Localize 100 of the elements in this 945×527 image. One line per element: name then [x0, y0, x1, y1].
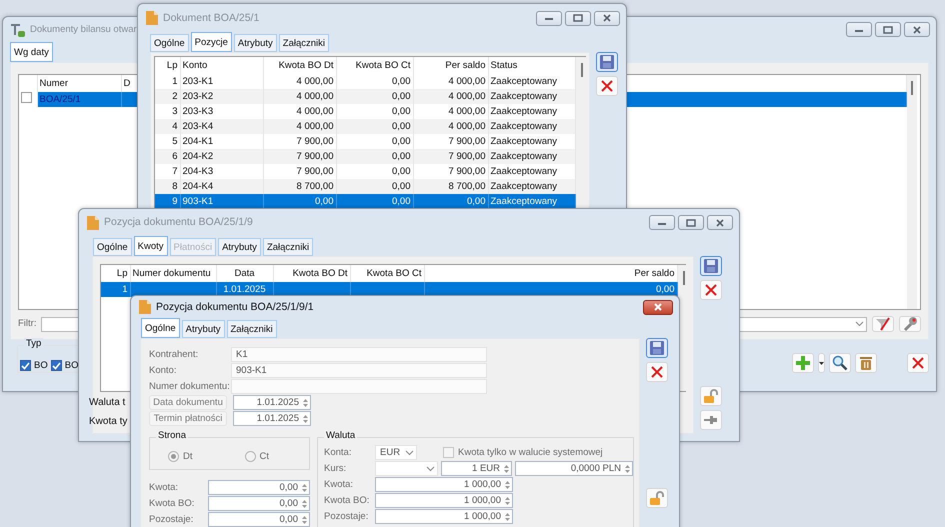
filter-label: Filtr:: [18, 318, 36, 330]
tab[interactable]: Ogólne: [141, 318, 180, 338]
checkbox[interactable]: [20, 360, 31, 371]
scrollbar[interactable]: [576, 57, 588, 209]
table-cell: 0,00: [263, 194, 336, 209]
spin-field[interactable]: 1.01.2025: [233, 411, 311, 426]
spin-field[interactable]: 0,0000 PLN: [515, 461, 633, 476]
tab[interactable]: Ogólne: [150, 34, 189, 52]
window-title: Dokumenty bilansu otwar: [30, 24, 137, 36]
tab[interactable]: Atrybuty: [234, 34, 277, 52]
scrollbar[interactable]: [906, 75, 916, 309]
column-header[interactable]: Konto: [180, 57, 263, 74]
tab[interactable]: Załączniki: [226, 320, 277, 338]
table-cell: 8: [155, 179, 180, 194]
checkbox[interactable]: [50, 360, 62, 371]
tab[interactable]: Kwoty: [134, 236, 168, 256]
radio-button[interactable]: [168, 451, 179, 462]
table-cell: 903-K1: [180, 194, 263, 209]
field-label: Kwota BO:: [149, 498, 196, 510]
lock-button[interactable]: [646, 488, 668, 508]
table-row[interactable]: 8 204-K4 8 700,00 0,00 8 700,00 Zaakceptowany: [155, 179, 575, 194]
tab[interactable]: Załączniki: [262, 238, 314, 256]
table-cell: 4 000,00: [413, 119, 488, 134]
tab[interactable]: Atrybuty: [218, 238, 261, 256]
column-header[interactable]: Per saldo: [413, 57, 488, 74]
dropdown-button[interactable]: [818, 353, 825, 373]
radio-button[interactable]: [244, 451, 256, 462]
tab[interactable]: Wg daty: [10, 42, 53, 62]
save-button[interactable]: [596, 52, 618, 72]
table-cell: Zaakceptowany: [488, 89, 575, 104]
table-cell: 203-K2: [180, 89, 263, 104]
checkbox[interactable]: [21, 92, 32, 104]
column-header[interactable]: Status: [488, 57, 575, 74]
spin-field[interactable]: 1 000,00: [375, 509, 513, 524]
table-cell: 0,00: [336, 149, 413, 164]
table-cell: 7 900,00: [413, 149, 488, 164]
spin-field[interactable]: 0,00: [208, 512, 310, 527]
maximize-button[interactable]: [678, 215, 704, 230]
search-button[interactable]: [829, 353, 851, 373]
tab[interactable]: Załączniki: [278, 34, 330, 52]
minimize-button[interactable]: [846, 22, 872, 37]
spin-arrows-icon: [503, 462, 510, 474]
spin-field[interactable]: 1 000,00: [375, 477, 513, 492]
caret-icon: [819, 362, 824, 364]
column-header[interactable]: Lp: [155, 57, 180, 74]
spin-field[interactable]: 1 000,00: [375, 493, 513, 508]
document-icon: [138, 299, 152, 315]
save-button[interactable]: [646, 338, 668, 358]
settings-button[interactable]: [899, 316, 921, 332]
pin-icon: [703, 414, 719, 426]
save-button[interactable]: [700, 256, 722, 276]
minimize-button[interactable]: [649, 215, 675, 230]
padlock-icon: [649, 490, 665, 506]
input-field[interactable]: [231, 379, 487, 394]
table-row[interactable]: 2 203-K2 4 000,00 0,00 4 000,00 Zaakceptowany: [155, 89, 575, 104]
close-icon: [715, 218, 725, 226]
date-label-button[interactable]: Termin płatności: [149, 411, 227, 426]
pin-button[interactable]: [700, 410, 722, 430]
clear-filter-button[interactable]: [872, 316, 894, 332]
tab[interactable]: Pozycje: [190, 32, 232, 52]
checkbox[interactable]: [443, 447, 454, 458]
caret-icon: [405, 450, 414, 456]
field-label: Pozostaje:: [324, 510, 370, 522]
close-icon: [602, 14, 612, 22]
column-header[interactable]: Kwota BO Ct: [336, 57, 413, 74]
field-label: Kwota:: [149, 482, 180, 494]
lock-button[interactable]: [700, 386, 722, 406]
plus-icon: [795, 355, 811, 371]
table-row[interactable]: 4 203-K4 4 000,00 0,00 4 000,00 Zaakceptowany: [155, 119, 575, 134]
close-button[interactable]: [594, 10, 620, 26]
currency-select[interactable]: EUR: [375, 445, 417, 460]
spin-field[interactable]: 1.01.2025: [233, 395, 311, 410]
tab[interactable]: Ogólne: [93, 238, 132, 256]
input-field[interactable]: 903-K1: [231, 363, 487, 378]
table-row[interactable]: 6 204-K2 7 900,00 0,00 7 900,00 Zaakceptowany: [155, 149, 575, 164]
column-header[interactable]: Kwota BO Dt: [263, 57, 336, 74]
close-button[interactable]: [643, 300, 673, 314]
window-title: Pozycja dokumentu BOA/25/1/9: [104, 216, 253, 229]
close-button[interactable]: [707, 215, 733, 230]
tab[interactable]: Atrybuty: [182, 320, 224, 338]
spin-field[interactable]: 1 EUR: [441, 461, 512, 476]
close-icon: [653, 303, 663, 311]
date-label-button[interactable]: Data dokumentu: [149, 395, 227, 410]
group-title: Waluta: [324, 430, 358, 442]
spin-field[interactable]: 0,00: [208, 496, 310, 511]
minimize-button[interactable]: [536, 10, 562, 26]
radio-label: Dt: [183, 450, 192, 462]
checkbox-label: Kwota tylko w walucie systemowej: [458, 446, 603, 458]
maximize-icon: [883, 26, 893, 34]
table-cell: 7 900,00: [263, 149, 336, 164]
table-cell: 0,00: [336, 119, 413, 134]
field-label: Pozostaje:: [149, 514, 194, 526]
maximize-button[interactable]: [875, 22, 901, 37]
delete-button[interactable]: [855, 353, 877, 373]
field-label: Konto:: [149, 364, 178, 376]
spin-field[interactable]: 0,00: [208, 480, 310, 495]
maximize-button[interactable]: [565, 10, 591, 26]
input-field[interactable]: K1: [231, 347, 487, 362]
close-button[interactable]: [904, 22, 930, 37]
wrench-icon: [902, 316, 918, 332]
